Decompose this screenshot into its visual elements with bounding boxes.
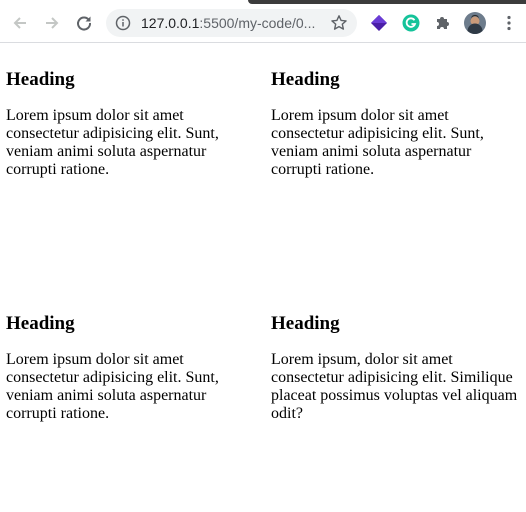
card-text: Lorem ipsum dolor sit amet consectetur a… <box>6 107 219 178</box>
info-icon[interactable] <box>115 15 131 31</box>
card-heading: Heading <box>271 69 340 90</box>
card-heading: Heading <box>6 69 75 90</box>
url-path: :5500/my-code/0... <box>199 15 316 31</box>
page-content: Heading Lorem ipsum dolor sit amet conse… <box>0 43 526 512</box>
card-heading: Heading <box>6 313 75 334</box>
card-2: Heading Lorem ipsum dolor sit amet conse… <box>271 43 520 268</box>
grammarly-extension-button[interactable] <box>401 13 421 33</box>
arrow-forward-icon <box>46 17 59 29</box>
purple-cube-extension-icon <box>371 15 387 31</box>
card-4: Heading Lorem ipsum, dolor sit amet cons… <box>271 268 520 512</box>
profile-avatar <box>464 12 486 34</box>
card-heading: Heading <box>271 313 340 334</box>
card-text: Lorem ipsum dolor sit amet consectetur a… <box>271 107 484 178</box>
reload-button[interactable] <box>71 10 97 36</box>
browser-menu-button[interactable] <box>499 13 519 33</box>
address-bar[interactable]: 127.0.0.1:5500/my-code/0... <box>106 9 357 37</box>
extensions-button[interactable] <box>433 13 453 33</box>
arrow-back-icon <box>13 17 26 29</box>
url-text[interactable]: 127.0.0.1:5500/my-code/0... <box>141 15 315 31</box>
purple-cube-extension-button[interactable] <box>369 13 389 33</box>
star-icon[interactable] <box>330 14 348 32</box>
profile-button[interactable] <box>464 12 486 34</box>
card-text: Lorem ipsum dolor sit amet consectetur a… <box>6 351 219 422</box>
card-text: Lorem ipsum, dolor sit amet consectetur … <box>271 351 518 422</box>
card-3: Heading Lorem ipsum dolor sit amet conse… <box>6 268 255 512</box>
browser-toolbar: 127.0.0.1:5500/my-code/0... <box>0 4 526 43</box>
reload-icon <box>77 16 92 31</box>
grammarly-extension-icon <box>402 14 420 32</box>
back-button[interactable] <box>7 10 33 36</box>
forward-button[interactable] <box>39 10 65 36</box>
puzzle-icon <box>437 17 449 29</box>
card-1: Heading Lorem ipsum dolor sit amet conse… <box>6 43 255 268</box>
kebab-menu-icon <box>507 15 511 31</box>
url-host: 127.0.0.1 <box>141 15 200 31</box>
